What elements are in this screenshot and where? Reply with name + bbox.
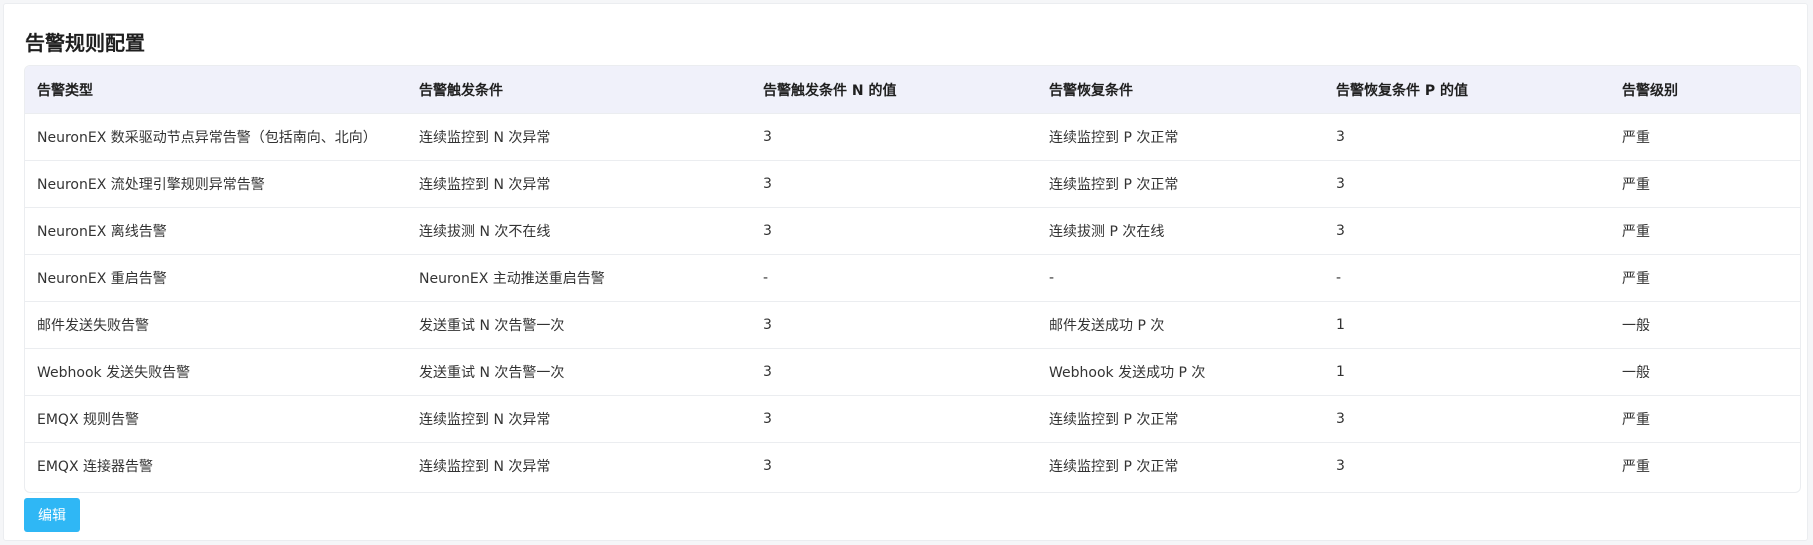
header-recovery-p-value: 告警恢复条件 P 的值 <box>1324 66 1610 114</box>
cell-alert-type: NeuronEX 重启告警 <box>25 254 407 302</box>
table-row: NeuronEX 重启告警 NeuronEX 主动推送重启告警 - - - 严重 <box>25 254 1800 302</box>
cell-alert-type: NeuronEX 离线告警 <box>25 207 407 255</box>
cell-trigger-n-value: 3 <box>751 442 1037 489</box>
cell-recovery-p-value: 3 <box>1324 113 1610 161</box>
cell-trigger-n-value: - <box>751 254 1037 302</box>
alert-rules-table: 告警类型 告警触发条件 告警触发条件 N 的值 告警恢复条件 告警恢复条件 P … <box>25 66 1800 489</box>
cell-alert-level: 一般 <box>1610 348 1800 396</box>
cell-recovery-condition: 连续监控到 P 次正常 <box>1037 442 1324 489</box>
cell-recovery-p-value: 3 <box>1324 160 1610 208</box>
table-header: 告警类型 告警触发条件 告警触发条件 N 的值 告警恢复条件 告警恢复条件 P … <box>25 66 1800 114</box>
cell-alert-type: NeuronEX 数采驱动节点异常告警（包括南向、北向） <box>25 113 407 161</box>
cell-alert-level: 严重 <box>1610 160 1800 208</box>
cell-alert-level: 严重 <box>1610 113 1800 161</box>
cell-alert-type: 邮件发送失败告警 <box>25 301 407 349</box>
cell-alert-level: 严重 <box>1610 254 1800 302</box>
table-row: EMQX 规则告警 连续监控到 N 次异常 3 连续监控到 P 次正常 3 严重 <box>25 395 1800 443</box>
cell-recovery-p-value: 1 <box>1324 301 1610 349</box>
page-title: 告警规则配置 <box>25 31 145 55</box>
cell-trigger-condition: 连续监控到 N 次异常 <box>407 442 751 489</box>
cell-trigger-n-value: 3 <box>751 113 1037 161</box>
edit-button[interactable]: 编辑 <box>24 498 80 532</box>
cell-alert-type: Webhook 发送失败告警 <box>25 348 407 396</box>
table-row: NeuronEX 离线告警 连续拔测 N 次不在线 3 连续拔测 P 次在线 3… <box>25 207 1800 255</box>
cell-recovery-condition: 邮件发送成功 P 次 <box>1037 301 1324 349</box>
header-recovery-condition: 告警恢复条件 <box>1037 66 1324 114</box>
alert-rules-table-container: 告警类型 告警触发条件 告警触发条件 N 的值 告警恢复条件 告警恢复条件 P … <box>24 65 1801 493</box>
cell-trigger-condition: 发送重试 N 次告警一次 <box>407 348 751 396</box>
cell-alert-type: NeuronEX 流处理引擎规则异常告警 <box>25 160 407 208</box>
cell-trigger-condition: 连续拔测 N 次不在线 <box>407 207 751 255</box>
header-alert-level: 告警级别 <box>1610 66 1800 114</box>
cell-alert-type: EMQX 规则告警 <box>25 395 407 443</box>
table-row: 邮件发送失败告警 发送重试 N 次告警一次 3 邮件发送成功 P 次 1 一般 <box>25 301 1800 349</box>
cell-trigger-n-value: 3 <box>751 301 1037 349</box>
cell-recovery-condition: 连续监控到 P 次正常 <box>1037 160 1324 208</box>
cell-trigger-condition: 连续监控到 N 次异常 <box>407 160 751 208</box>
cell-trigger-n-value: 3 <box>751 207 1037 255</box>
cell-alert-type: EMQX 连接器告警 <box>25 442 407 489</box>
cell-recovery-p-value: 3 <box>1324 442 1610 489</box>
cell-alert-level: 严重 <box>1610 207 1800 255</box>
table-row: Webhook 发送失败告警 发送重试 N 次告警一次 3 Webhook 发送… <box>25 348 1800 396</box>
header-alert-type: 告警类型 <box>25 66 407 114</box>
cell-trigger-condition: 连续监控到 N 次异常 <box>407 113 751 161</box>
cell-recovery-condition: 连续监控到 P 次正常 <box>1037 113 1324 161</box>
cell-alert-level: 严重 <box>1610 395 1800 443</box>
table-body: NeuronEX 数采驱动节点异常告警（包括南向、北向） 连续监控到 N 次异常… <box>25 113 1800 489</box>
cell-recovery-condition: Webhook 发送成功 P 次 <box>1037 348 1324 396</box>
cell-recovery-condition: 连续拔测 P 次在线 <box>1037 207 1324 255</box>
cell-trigger-condition: 连续监控到 N 次异常 <box>407 395 751 443</box>
table-row: NeuronEX 数采驱动节点异常告警（包括南向、北向） 连续监控到 N 次异常… <box>25 113 1800 161</box>
table-row: EMQX 连接器告警 连续监控到 N 次异常 3 连续监控到 P 次正常 3 严… <box>25 442 1800 489</box>
alert-rules-panel: 告警规则配置 告警类型 告警触发条件 告警触发条件 N 的值 告警恢复条件 告警… <box>3 3 1808 541</box>
cell-trigger-condition: NeuronEX 主动推送重启告警 <box>407 254 751 302</box>
cell-recovery-condition: - <box>1037 254 1324 302</box>
cell-trigger-n-value: 3 <box>751 395 1037 443</box>
cell-alert-level: 一般 <box>1610 301 1800 349</box>
table-header-row: 告警类型 告警触发条件 告警触发条件 N 的值 告警恢复条件 告警恢复条件 P … <box>25 66 1800 114</box>
cell-recovery-p-value: 3 <box>1324 395 1610 443</box>
cell-recovery-condition: 连续监控到 P 次正常 <box>1037 395 1324 443</box>
header-trigger-condition: 告警触发条件 <box>407 66 751 114</box>
header-trigger-n-value: 告警触发条件 N 的值 <box>751 66 1037 114</box>
cell-trigger-n-value: 3 <box>751 348 1037 396</box>
cell-recovery-p-value: 1 <box>1324 348 1610 396</box>
cell-alert-level: 严重 <box>1610 442 1800 489</box>
table-row: NeuronEX 流处理引擎规则异常告警 连续监控到 N 次异常 3 连续监控到… <box>25 160 1800 208</box>
cell-trigger-n-value: 3 <box>751 160 1037 208</box>
cell-recovery-p-value: 3 <box>1324 207 1610 255</box>
cell-trigger-condition: 发送重试 N 次告警一次 <box>407 301 751 349</box>
cell-recovery-p-value: - <box>1324 254 1610 302</box>
